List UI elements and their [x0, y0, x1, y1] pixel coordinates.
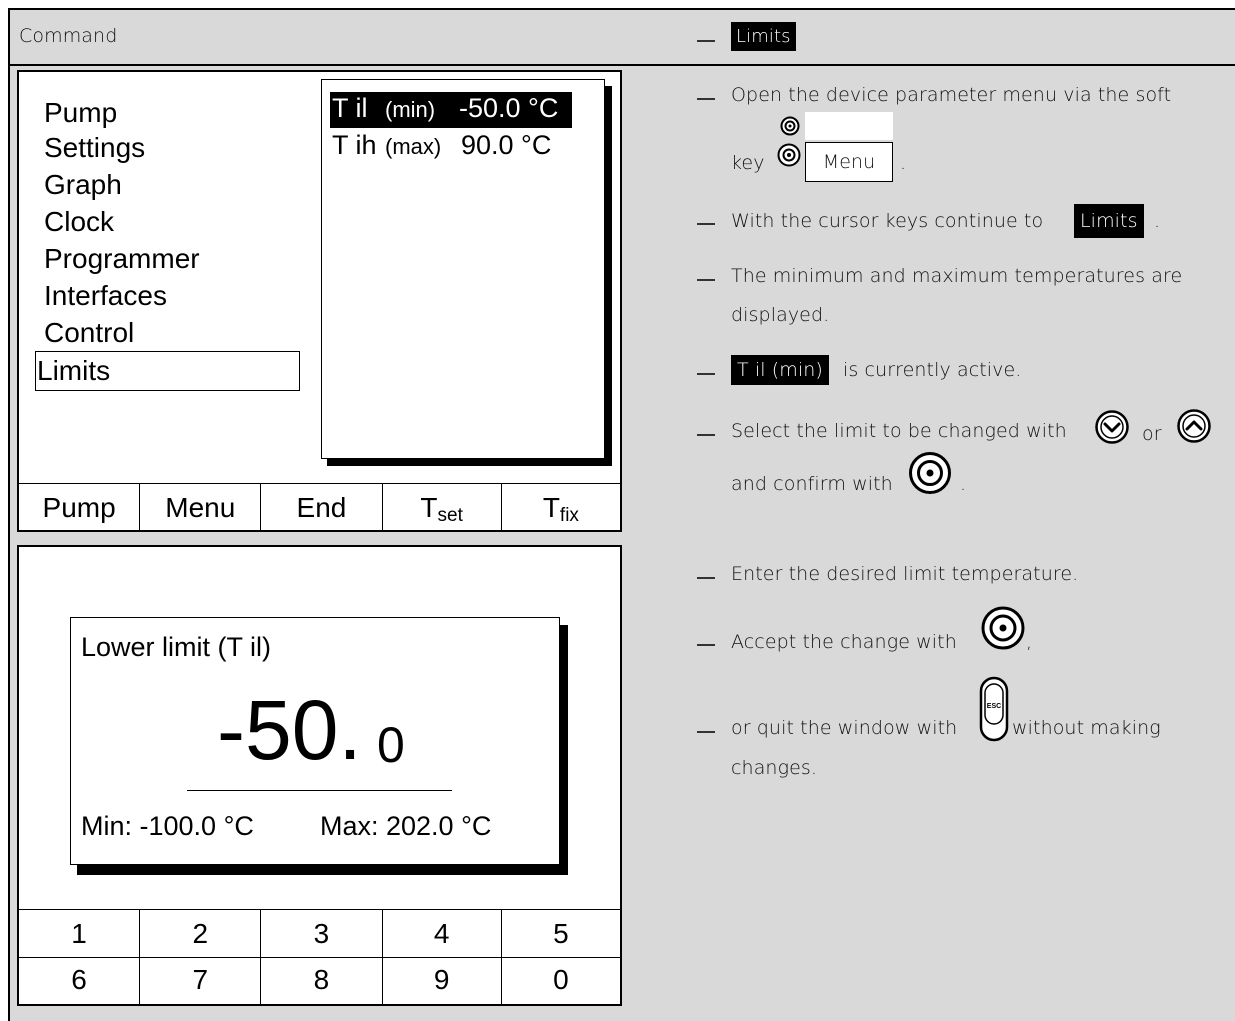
min-label: Min: -100.0 °C — [81, 811, 254, 841]
command-label: Command — [19, 25, 118, 47]
key-5[interactable]: 5 — [502, 910, 620, 957]
step4-text: is currently active. — [843, 359, 1022, 381]
softkey-pump[interactable]: Pump — [19, 484, 141, 531]
step2-suffix: . — [1154, 210, 1161, 232]
limits-tag-inline: Limits — [1074, 204, 1144, 238]
step1-text: Open the device parameter menu via the s… — [731, 84, 1172, 106]
value-decimal: 0 — [377, 717, 405, 773]
softkey-bar: Pump Menu End Tset Tfix — [19, 483, 620, 531]
dialog-title: Lower limit (T il) — [81, 632, 272, 662]
key-6[interactable]: 6 — [19, 956, 141, 1004]
arrow-up-circle-icon — [1177, 409, 1211, 443]
softkey-menu-label: Menu — [165, 491, 236, 523]
menu-softkey-button[interactable]: Menu — [805, 142, 893, 182]
device-screen-limit-entry: Lower limit (T il) -50. 0 Min: -100.0 °C… — [17, 545, 622, 1006]
til-min-tag: T il (min) — [731, 355, 829, 385]
key-2[interactable]: 2 — [140, 910, 262, 957]
keypad-row-1: 1 2 3 4 5 — [19, 909, 620, 958]
key-0[interactable]: 0 — [502, 956, 620, 1004]
limit-dialog: Lower limit (T il) -50. 0 Min: -100.0 °C… — [70, 617, 560, 865]
menu-item-settings[interactable]: Settings — [44, 129, 145, 166]
bullet-dash — [697, 434, 715, 436]
max-label: Max: 202.0 °C — [320, 811, 492, 841]
grid-line-top — [8, 8, 1235, 10]
bullet-dash — [697, 98, 715, 100]
enter-knob-icon — [909, 452, 951, 494]
value-main: -50. — [217, 683, 362, 777]
softkey-tset[interactable]: Tset — [383, 484, 502, 531]
step8-text-b: without making — [1012, 717, 1161, 739]
menu-softkey-label: Menu — [822, 151, 876, 173]
step5-text-a: Select the limit to be changed with — [731, 420, 1067, 442]
device-screen-menu: Pump Settings Graph Clock Programmer Int… — [17, 70, 622, 532]
limits-tag: Limits — [731, 22, 796, 51]
bullet-dash — [697, 279, 715, 281]
menu-item-programmer[interactable]: Programmer — [44, 240, 200, 277]
bullet-dash — [697, 577, 715, 579]
value-field[interactable]: -50. 0 — [187, 678, 452, 791]
step3-line2: displayed. — [731, 304, 830, 326]
enter-knob-icon — [777, 143, 801, 167]
softkey-tfix[interactable]: Tfix — [502, 484, 620, 531]
menu-item-control[interactable]: Control — [44, 314, 134, 351]
limit-value-til: -50.0 °C — [459, 93, 559, 123]
limit-name-tih: T ih — [332, 130, 377, 160]
grid-line-header — [8, 64, 1235, 66]
limit-qualifier-til: (min) — [385, 97, 436, 122]
key-9[interactable]: 9 — [383, 956, 502, 1004]
softkey-tfix-label: T — [542, 491, 560, 523]
softkey-tfix-subscript: fix — [559, 504, 579, 526]
step5-text-b: and confirm with — [731, 473, 893, 495]
step5-or: or — [1142, 423, 1162, 445]
bullet-dash — [697, 373, 715, 375]
step1-suffix: . — [900, 152, 907, 174]
grid-line-left — [8, 8, 10, 1021]
bullet-dash — [697, 223, 715, 225]
menu-item-limits: Limits — [37, 355, 111, 386]
arrow-down-circle-icon — [1095, 410, 1129, 444]
keypad-row-2: 6 7 8 9 0 — [19, 956, 620, 1004]
step8-line2: changes. — [731, 757, 818, 779]
step5-suffix: . — [960, 473, 967, 495]
step8-text-a: or quit the window with — [731, 717, 958, 739]
step7-text: Accept the change with — [731, 631, 957, 653]
limit-name-til: T il — [332, 93, 368, 123]
svg-text:ESC: ESC — [987, 703, 1001, 710]
esc-key-icon: ESC — [979, 676, 1009, 742]
step3-line1: The minimum and maximum temperatures are — [731, 265, 1183, 287]
menu-item-graph[interactable]: Graph — [44, 166, 122, 203]
softkey-menu[interactable]: Menu — [140, 484, 262, 531]
key-8[interactable]: 8 — [261, 956, 383, 1004]
step1-key-prefix: key — [731, 152, 765, 174]
step1-label-bg — [805, 112, 893, 140]
softkey-pump-label: Pump — [42, 491, 116, 523]
header-command-cell: Command — [9, 9, 620, 65]
key-7[interactable]: 7 — [140, 956, 262, 1004]
menu-item-limits-selected[interactable]: Limits — [35, 351, 300, 391]
menu-item-clock[interactable]: Clock — [44, 203, 114, 240]
limits-submenu: T il (min) -50.0 °C T ih (max) 90.0 °C — [321, 79, 605, 459]
bullet-dash — [697, 40, 715, 42]
step2-text: With the cursor keys continue to — [731, 210, 1044, 232]
enter-knob-icon — [780, 116, 800, 136]
bullet-dash — [697, 731, 715, 733]
softkey-tset-subscript: set — [437, 504, 463, 526]
limit-row-tih[interactable]: T ih (max) 90.0 °C — [330, 129, 580, 165]
softkey-end-label: End — [296, 491, 347, 523]
limit-qualifier-tih: (max) — [385, 134, 442, 159]
menu-item-pump[interactable]: Pump — [44, 94, 117, 131]
key-4[interactable]: 4 — [383, 910, 502, 957]
menu-item-interfaces[interactable]: Interfaces — [44, 277, 167, 314]
enter-knob-icon — [981, 606, 1025, 650]
bullet-dash — [697, 644, 715, 646]
softkey-end[interactable]: End — [261, 484, 383, 531]
limit-value-tih: 90.0 °C — [461, 130, 552, 160]
key-3[interactable]: 3 — [261, 910, 383, 957]
key-1[interactable]: 1 — [19, 910, 141, 957]
softkey-tset-label: T — [420, 491, 438, 523]
header-limits-cell: Limits — [620, 9, 1235, 65]
step7-suffix: , — [1026, 631, 1033, 653]
limit-row-til[interactable]: T il (min) -50.0 °C — [330, 92, 572, 128]
step6-text: Enter the desired limit temperature. — [731, 563, 1079, 585]
